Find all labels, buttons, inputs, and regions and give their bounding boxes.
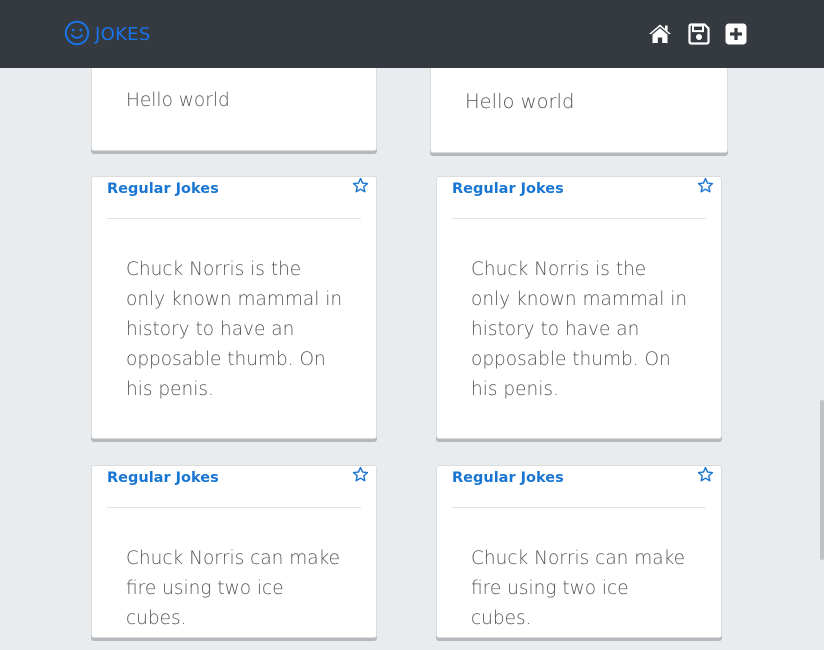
card-header: Regular Jokes [452,177,714,219]
navbar: JOKES [0,0,824,68]
home-icon[interactable] [648,22,672,46]
joke-text: Hello world [465,90,575,113]
card-header: Regular Jokes [452,466,714,508]
card-header: Regular Jokes [107,177,369,219]
joke-card: Regular Jokes Chuck Norris can make fire… [91,465,377,638]
joke-text: Chuck Norris is the only known mammal in… [471,259,688,400]
category-title[interactable]: Regular Jokes [452,470,564,486]
joke-text: Chuck Norris can make fire using two ice… [126,548,341,629]
smiley-icon [64,20,90,46]
jokes-grid: Hello world Hello world Regular Jokes Ch… [0,0,824,650]
joke-text: Hello world [126,90,230,111]
category-title[interactable]: Regular Jokes [107,470,219,486]
joke-card: Regular Jokes Chuck Norris can make fire… [436,465,722,638]
star-icon[interactable] [697,177,714,194]
category-title[interactable]: Regular Jokes [452,181,564,197]
joke-card: Regular Jokes Chuck Norris is the only k… [91,176,377,439]
brand-link[interactable]: JOKES [64,18,151,48]
joke-card: Regular Jokes Chuck Norris is the only k… [436,176,722,439]
star-icon[interactable] [352,466,369,483]
category-title[interactable]: Regular Jokes [107,181,219,197]
save-icon[interactable] [687,22,711,46]
brand-text: JOKES [95,23,151,45]
joke-text: Chuck Norris can make fire using two ice… [471,548,686,629]
plus-square-icon[interactable] [724,22,748,46]
scrollbar-thumb[interactable] [820,400,824,560]
star-icon[interactable] [697,466,714,483]
card-header: Regular Jokes [107,466,369,508]
star-icon[interactable] [352,177,369,194]
joke-text: Chuck Norris is the only known mammal in… [126,259,343,400]
